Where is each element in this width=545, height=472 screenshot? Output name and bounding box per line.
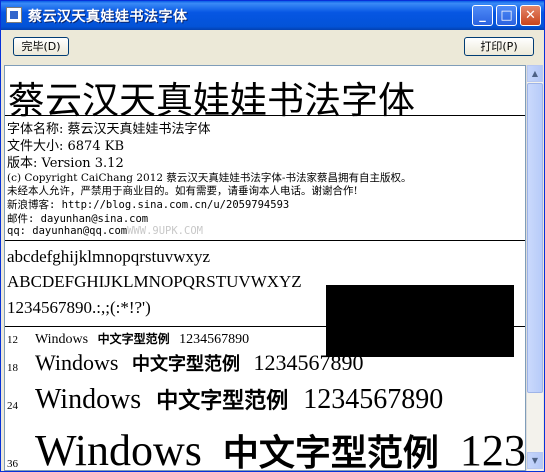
uppercase-sample: ABCDEFGHIJKLMNOPQRSTUVWXYZ [7,272,302,291]
qq-line: qq: dayunhan@qq.comWWW.9UPK.COM [7,225,203,237]
minimize-button[interactable]: _ [472,5,493,26]
size-12-sample: Windows 中文字型范例 1234567890 [35,330,249,348]
scroll-up-button[interactable]: ▲ [527,65,543,82]
close-button[interactable]: ✕ [520,5,541,26]
digits-sample: 1234567890 [179,332,250,347]
font-viewer-window: 蔡云汉天真娃娃书法字体 _ □ ✕ 完毕(D) 打印(P) 蔡云汉天真娃娃书法字… [0,0,545,472]
watermark: WWW.9UPK.COM [127,225,203,237]
qq-text: qq: dayunhan@qq.com [7,225,128,237]
size-24-sample: Windows 中文字型范例 1234567890 [35,383,443,416]
font-preview-pane[interactable]: 蔡云汉天真娃娃书法字体 字体名称: 蔡云汉天真娃娃书法字体 文件大小: 6874… [4,65,526,471]
latin-sample: Windows [35,426,202,471]
scroll-thumb[interactable] [527,83,543,393]
divider [5,240,525,241]
cjk-sample: 中文字型范例 [222,433,439,471]
maximize-button[interactable]: □ [496,5,517,26]
vertical-scrollbar[interactable]: ▲ ▼ [526,65,543,471]
latin-sample: Windows [35,384,142,415]
size-36-sample: Windows 中文字型范例 1234567890 [35,424,526,471]
blog-line: 新浪博客: http://blog.sina.com.cn/u/20597945… [7,199,290,211]
black-overlay-box [326,285,514,357]
toolbar: 完毕(D) 打印(P) [2,30,543,63]
font-file-icon [6,7,22,23]
size-label: 36 [7,458,18,470]
usage-notice-line: 未经本人允许，严禁用于商业目的。如有需要，请垂询本人电话。谢谢合作! [7,185,358,197]
lowercase-sample: abcdefghijklmnopqrstuvwxyz [7,247,211,266]
window-title: 蔡云汉天真娃娃书法字体 [28,9,188,25]
email-line: 邮件: dayunhan@sina.com [7,213,149,225]
digits-sample: 1234567890 [303,384,444,415]
cjk-sample: 中文字型范例 [156,389,289,414]
scroll-down-button[interactable]: ▼ [527,452,543,469]
cjk-sample: 中文字型范例 [97,332,170,346]
latin-sample: Windows [35,350,119,375]
divider [5,115,525,116]
version-line: 版本: Version 3.12 [7,156,124,171]
digits-sample: 1234567890.:,;(:*!?') [7,298,151,317]
latin-sample: Windows [35,332,89,347]
size-label: 12 [7,334,18,346]
print-button[interactable]: 打印(P) [464,37,534,56]
digits-sample: 1234567890 [459,426,526,471]
size-18-sample: Windows 中文字型范例 1234567890 [35,350,363,376]
size-label: 24 [7,400,18,412]
done-button[interactable]: 完毕(D) [13,37,69,56]
size-label: 18 [7,362,18,374]
title-bar[interactable]: 蔡云汉天真娃娃书法字体 _ □ ✕ [1,1,544,30]
cjk-sample: 中文字型范例 [131,354,240,375]
